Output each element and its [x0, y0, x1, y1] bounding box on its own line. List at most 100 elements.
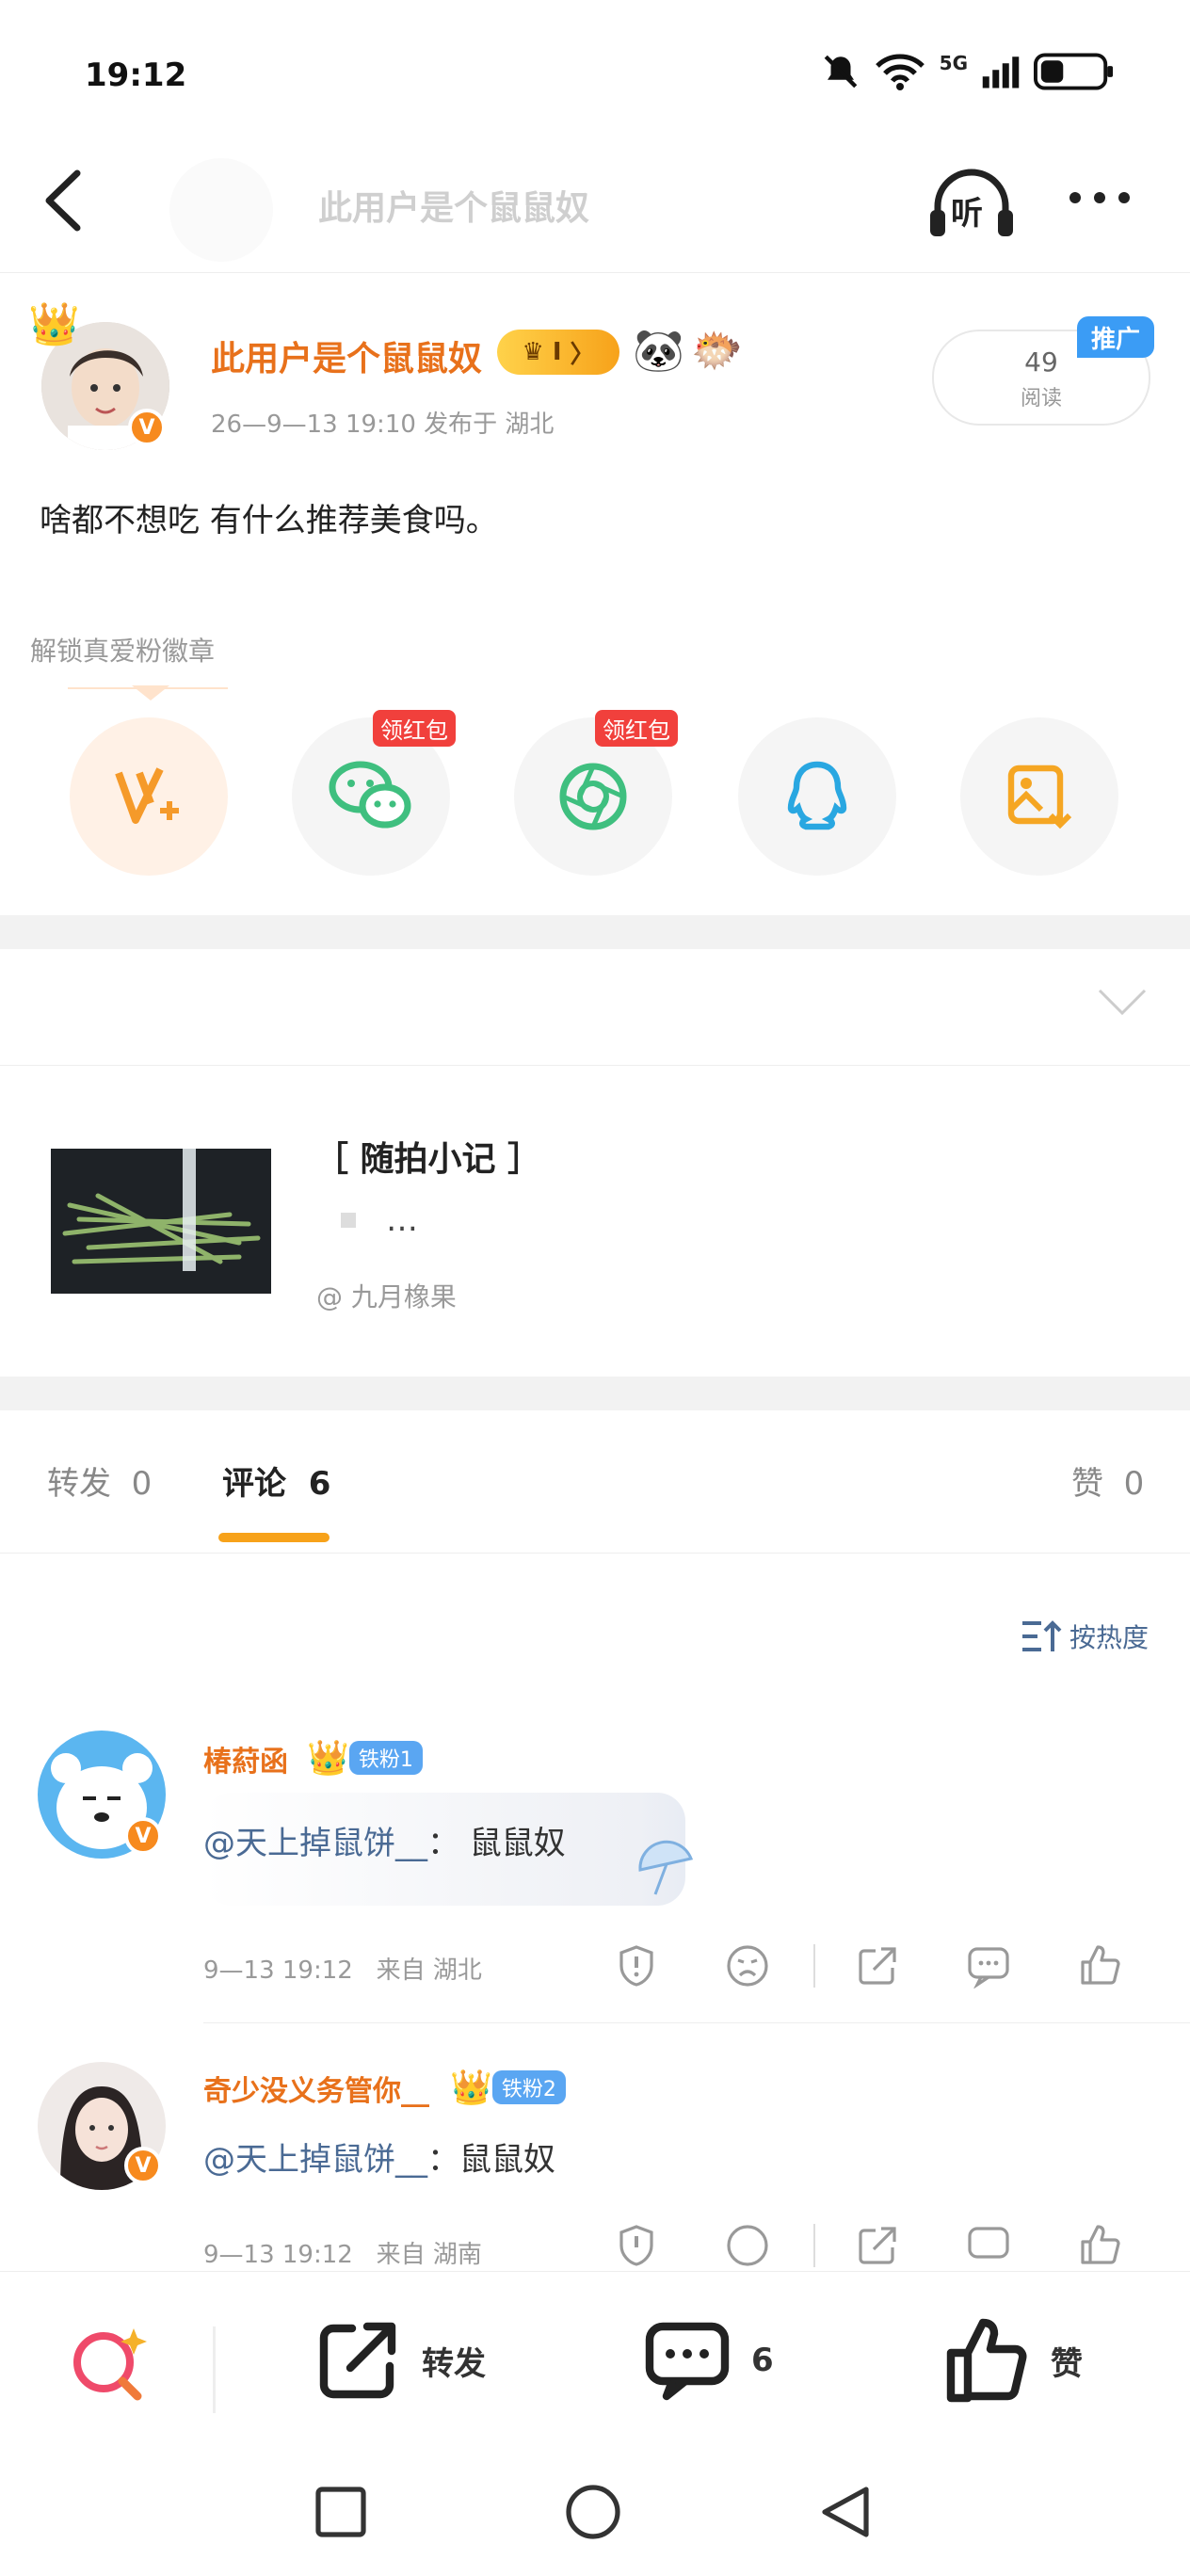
comment-count: 6 — [751, 2342, 774, 2379]
thumbs-up-icon — [946, 2318, 1027, 2403]
card-title[interactable]: ［ 随拍小记 ］ — [314, 1132, 541, 1181]
fan-crown-icon-2: 👑 — [450, 2069, 492, 2107]
save-image-button[interactable] — [960, 717, 1118, 876]
status-bar: 19:12 5G — [0, 0, 1190, 141]
crown-level-icon: ♛ — [522, 338, 553, 366]
search-button[interactable] — [66, 2321, 151, 2409]
fan-badge-label: 铁粉1 — [348, 1741, 423, 1775]
tab-likes-label: 赞 — [1071, 1465, 1103, 1503]
search-sparkle-icon — [73, 2328, 147, 2401]
signal-label: 5G — [939, 52, 968, 74]
moments-red-packet-tag: 领红包 — [595, 710, 678, 747]
reply-icon-2[interactable] — [958, 2220, 1019, 2271]
comment-verified-icon-2: V — [124, 2147, 162, 2184]
comment-verified-icon: V — [124, 1817, 162, 1855]
reply-icon[interactable] — [958, 1936, 1019, 1996]
tab-bar: 转发 0 评论 6 赞 0 — [0, 1409, 1190, 1554]
comment-body: ： 鼠鼠奴 — [427, 1825, 566, 1862]
share-row: 领红包 领红包 — [0, 710, 1190, 877]
chevron-down-icon[interactable] — [1096, 987, 1149, 1017]
tab-likes-count: 0 — [1123, 1465, 1145, 1503]
share-comment-icon[interactable] — [847, 1936, 908, 1996]
sort-label: 按热度 — [1069, 1622, 1150, 1653]
section-separator — [0, 915, 1190, 949]
comment-actions-2 — [606, 2220, 1130, 2271]
wifi-icon — [875, 54, 925, 90]
collapse-row[interactable] — [0, 949, 1190, 1066]
report-icon-2[interactable] — [606, 2220, 667, 2271]
tab-comments-label: 评论 — [222, 1465, 286, 1503]
share-moments-button[interactable]: 领红包 — [514, 710, 678, 876]
comment-actions — [606, 1936, 1130, 1996]
repost-label: 转发 — [422, 2344, 486, 2383]
comment-body-2: ：鼠鼠奴 — [427, 2141, 555, 2179]
card-source[interactable]: @ 九月橡果 — [316, 1277, 457, 1314]
card-thumbnail[interactable] — [51, 1149, 271, 1294]
promo-badge[interactable]: 推广 — [1077, 316, 1154, 358]
dislike-icon[interactable] — [717, 1936, 778, 1996]
battery-icon — [1034, 53, 1114, 90]
comment-text-2: @天上掉鼠饼__：鼠鼠奴 — [203, 2133, 555, 2180]
tab-active-indicator — [218, 1533, 330, 1542]
back-nav-icon[interactable] — [819, 2484, 872, 2540]
comment-author-2[interactable]: 奇少没义务管你__ — [203, 2068, 429, 2109]
listen-button[interactable]: 听 — [926, 165, 1017, 240]
comment-mention-2[interactable]: @天上掉鼠饼__ — [203, 2141, 427, 2179]
tab-repost[interactable]: 转发 0 — [47, 1457, 152, 1504]
nav-avatar[interactable] — [169, 158, 273, 262]
share-wechat-button[interactable]: 领红包 — [292, 710, 456, 876]
like-label: 赞 — [1051, 2344, 1083, 2383]
qq-icon — [787, 761, 847, 830]
fan-crown-icon: 👑 — [307, 1739, 349, 1778]
card-bullet — [341, 1213, 356, 1228]
level-badge[interactable]: ♛ I 〉 — [497, 330, 619, 375]
repost-button[interactable]: 转发 — [314, 2317, 486, 2404]
verified-badge-icon: V — [128, 409, 166, 446]
comment-icon — [645, 2322, 730, 2401]
section-separator-2 — [0, 1377, 1190, 1410]
status-time: 19:12 — [85, 56, 187, 94]
fan-badge-2[interactable]: 👑 铁粉2 — [450, 2068, 566, 2107]
comment-meta-2: 9—13 19:12 来自 湖南 — [203, 2235, 482, 2270]
report-icon[interactable] — [606, 1936, 667, 1996]
dislike-icon-2[interactable] — [717, 2220, 778, 2271]
tab-likes[interactable]: 赞 0 — [1071, 1457, 1144, 1504]
bottom-action-bar: 转发 6 赞 — [0, 2271, 1190, 2450]
unlock-badge-label[interactable]: 解锁真爱粉徽章 — [30, 631, 215, 668]
author-name[interactable]: 此用户是个鼠鼠奴 — [211, 331, 482, 380]
more-icon[interactable] — [1062, 179, 1137, 217]
fan-badge[interactable]: 👑 铁粉1 — [307, 1738, 423, 1778]
comment-time-2: 9—13 19:12 — [203, 2241, 353, 2269]
sort-button[interactable]: 按热度 — [1021, 1618, 1149, 1655]
comment-mention[interactable]: @天上掉鼠饼__ — [203, 1825, 427, 1862]
share-qq-button[interactable] — [738, 717, 896, 876]
card-subtitle: … — [386, 1201, 418, 1239]
back-icon[interactable] — [40, 168, 87, 233]
recents-icon[interactable] — [314, 2486, 367, 2538]
like-icon-2[interactable] — [1069, 2220, 1130, 2271]
sort-icon — [1022, 1620, 1062, 1651]
level-label: I — [552, 338, 562, 366]
share-vplus-button[interactable] — [70, 717, 228, 876]
comment-divider — [203, 2022, 1190, 2023]
mute-icon — [824, 55, 857, 89]
comment-location-2: 来自 湖南 — [376, 2241, 482, 2269]
post-text: 啥都不想吃 有什么推荐美食吗。 — [40, 502, 498, 539]
reads-label: 阅读 — [1020, 387, 1062, 411]
tab-comments-count: 6 — [308, 1465, 331, 1503]
status-icons: 5G — [821, 52, 1115, 91]
comment-meta: 9—13 19:12 来自 湖北 — [203, 1951, 482, 1986]
fish-icon[interactable]: 🐡 — [691, 326, 743, 375]
comment-button[interactable]: 6 — [644, 2317, 774, 2404]
wechat-icon — [329, 761, 411, 829]
comment-author[interactable]: 椿葤函 — [203, 1738, 288, 1779]
like-icon[interactable] — [1069, 1936, 1130, 1996]
moments-icon — [559, 763, 627, 830]
share-comment-icon-2[interactable] — [847, 2220, 908, 2271]
like-button[interactable]: 赞 — [943, 2317, 1083, 2404]
nav-username[interactable]: 此用户是个鼠鼠奴 — [318, 181, 589, 230]
tab-comments[interactable]: 评论 6 — [222, 1457, 330, 1504]
panda-icon[interactable]: 🐼 — [633, 326, 684, 375]
home-icon[interactable] — [565, 2484, 621, 2540]
save-image-icon — [1007, 765, 1072, 829]
